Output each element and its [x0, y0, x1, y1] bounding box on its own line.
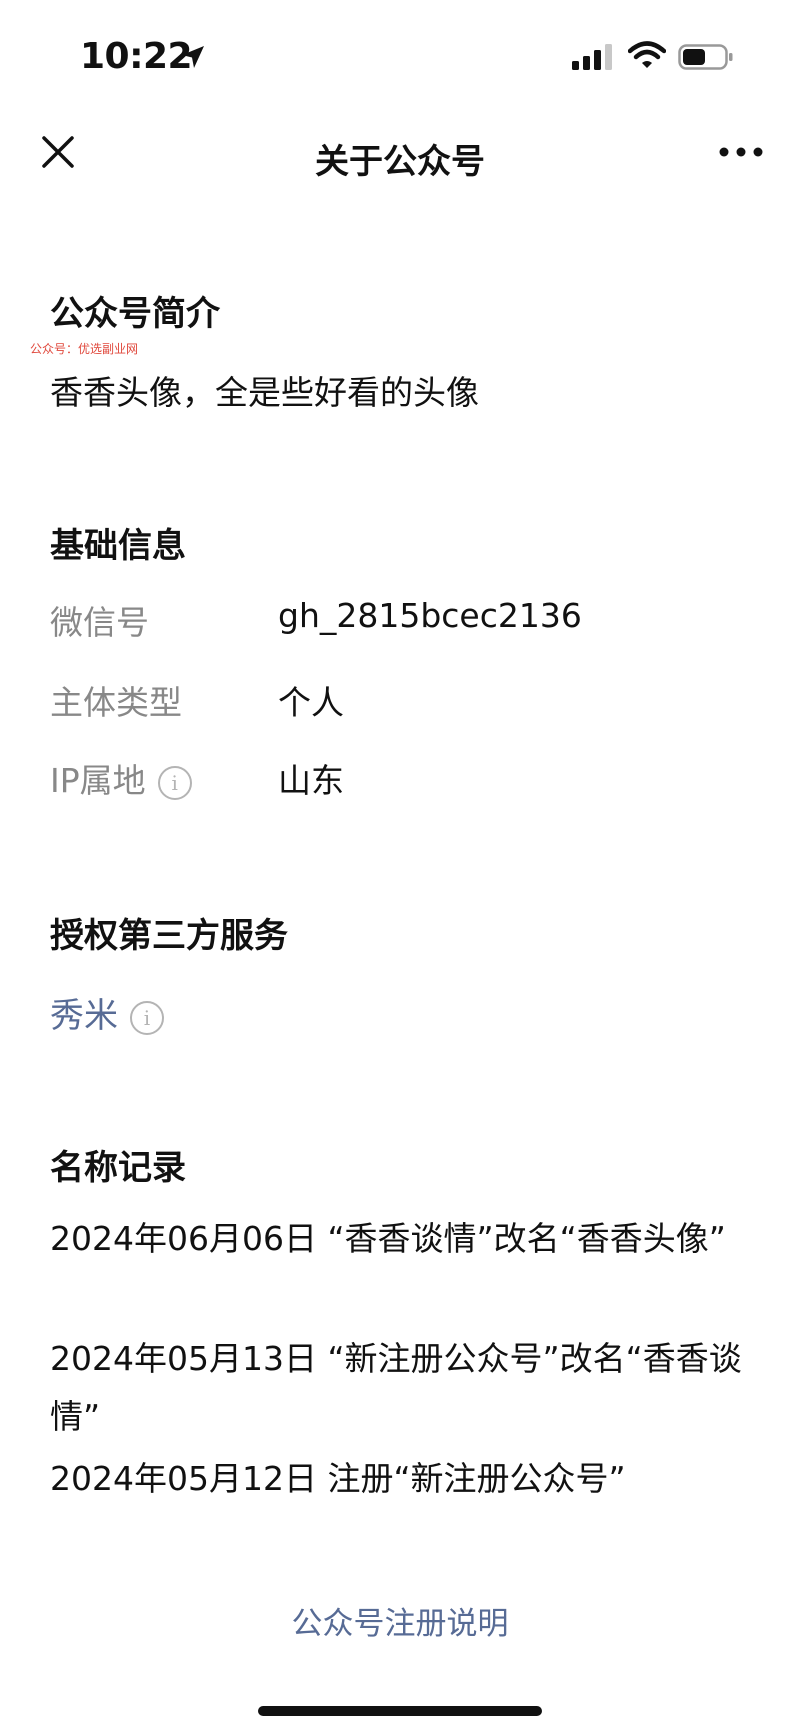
info-icon[interactable]: i — [157, 765, 192, 800]
battery-icon — [678, 44, 733, 70]
ip-location-label: IP属地 — [50, 761, 146, 800]
service-xiumi-link[interactable]: 秀米 — [50, 996, 118, 1036]
intro-section-title: 公众号简介 — [50, 294, 220, 334]
location-arrow-icon — [182, 46, 204, 68]
intro-text: 香香头像，全是些好看的头像 — [50, 373, 479, 412]
wechat-id-value: gh_2815bcec2136 — [278, 596, 582, 635]
watermark-text: 公众号：优选副业网 — [30, 342, 139, 356]
third-party-service-row: 秀米 i — [50, 988, 164, 1037]
third-party-section-title: 授权第三方服务 — [50, 916, 288, 956]
status-bar: 10:22 — [0, 0, 800, 110]
cellular-signal-icon — [572, 44, 612, 70]
info-icon[interactable]: i — [130, 1000, 164, 1035]
basic-info-section-title: 基础信息 — [50, 526, 186, 566]
home-indicator[interactable] — [258, 1706, 542, 1716]
wechat-id-label: 微信号 — [50, 603, 149, 642]
entity-type-value: 个人 — [278, 683, 344, 722]
more-options-icon[interactable] — [718, 142, 764, 162]
name-history-section-title: 名称记录 — [50, 1148, 186, 1188]
nav-bar: 关于公众号 — [0, 118, 800, 188]
ip-location-value: 山东 — [278, 761, 344, 800]
registration-instructions-link[interactable]: 公众号注册说明 — [0, 1598, 800, 1643]
wifi-icon — [628, 41, 666, 68]
ip-location-label-row: IP属地 i — [50, 754, 192, 802]
name-record-item: 2024年05月12日 注册“新注册公众号” — [50, 1459, 626, 1498]
page-title: 关于公众号 — [315, 142, 485, 182]
name-record-item: 2024年05月13日 “新注册公众号”改名“香香谈情” — [50, 1339, 742, 1436]
status-time: 10:22 — [80, 36, 193, 77]
name-record-item: 2024年06月06日 “香香谈情”改名“香香头像” — [50, 1219, 726, 1258]
entity-type-label: 主体类型 — [50, 683, 182, 722]
